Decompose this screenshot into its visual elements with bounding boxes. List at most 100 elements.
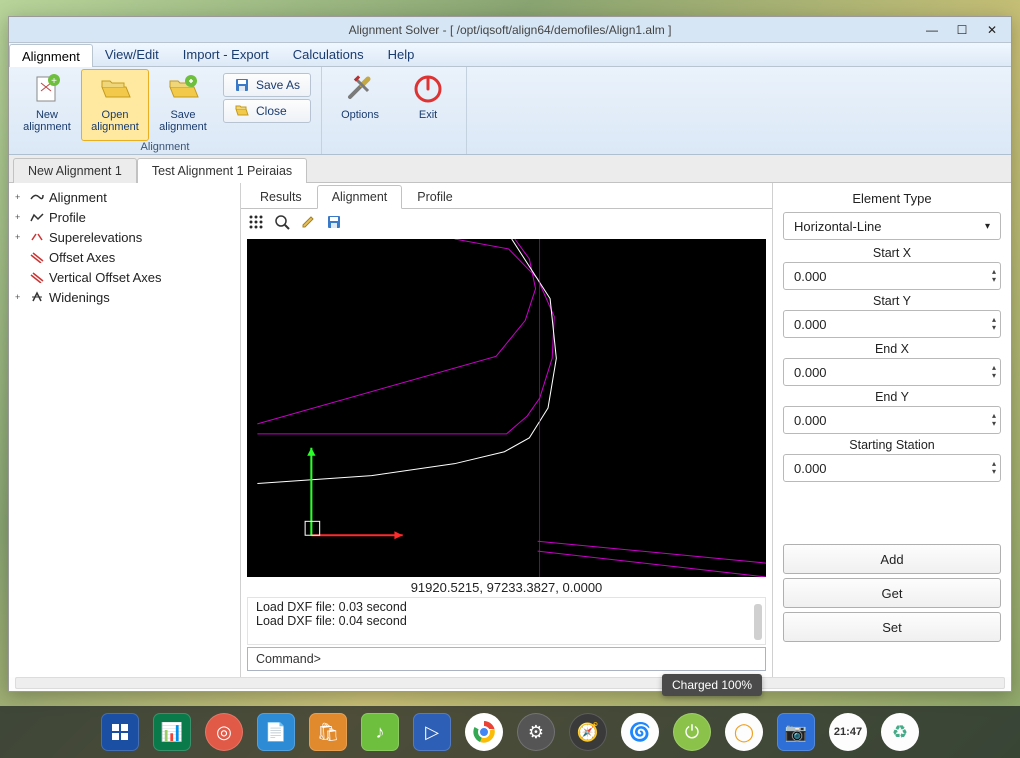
field-value: 0.000 [794,269,827,284]
expand-icon[interactable]: + [15,232,25,242]
field-input-starting-station[interactable]: 0.000 ▴▾ [783,454,1001,482]
menu-calculations[interactable]: Calculations [281,43,376,66]
subtab-results[interactable]: Results [245,185,317,208]
tree-item-profile[interactable]: + Profile [11,207,238,227]
taskbar-store-icon[interactable]: 🛍 [309,713,347,751]
menu-alignment[interactable]: Alignment [9,44,93,67]
tree-item-alignment[interactable]: + Alignment [11,187,238,207]
new-alignment-icon: + [30,72,64,106]
ribbon-big-label: Options [341,109,379,121]
tree-item-label: Superelevations [49,230,142,245]
field-input-end-y[interactable]: 0.000 ▴▾ [783,406,1001,434]
close-button[interactable]: Close [223,99,311,123]
horizontal-scrollbar[interactable] [15,677,1005,689]
spinner-down-icon[interactable]: ▾ [992,324,996,332]
taskbar-clock[interactable]: 21:47 [829,713,867,751]
exit-icon [411,72,445,106]
svg-text:+: + [51,76,57,87]
doctab-new-alignment-1[interactable]: New Alignment 1 [13,158,137,183]
doctab-test-alignment-1[interactable]: Test Alignment 1 Peiraias [137,158,307,183]
window-title: Alignment Solver - [ /opt/iqsoft/align64… [349,23,672,37]
add-button[interactable]: Add [783,544,1001,574]
spinner-down-icon[interactable]: ▾ [992,420,996,428]
window-close-button[interactable]: ✕ [977,19,1007,41]
command-input[interactable]: Command> [247,647,766,671]
log-line: Load DXF file: 0.04 second [256,614,757,628]
menu-help[interactable]: Help [376,43,427,66]
alignment-canvas[interactable] [247,239,766,577]
save-icon[interactable] [325,213,343,231]
superelevations-icon [29,230,45,244]
taskbar-video-icon[interactable]: ▷ [413,713,451,751]
field-input-start-y[interactable]: 0.000 ▴▾ [783,310,1001,338]
open-alignment-icon [98,72,132,106]
menu-import-export[interactable]: Import - Export [171,43,281,66]
expand-icon[interactable]: + [15,292,25,302]
menu-view-edit[interactable]: View/Edit [93,43,171,66]
taskbar-trash-icon[interactable]: ♻ [881,713,919,751]
field-value: 0.000 [794,317,827,332]
close-icon [234,103,250,119]
ribbon-big-label: Exit [419,109,437,121]
grid-icon[interactable] [247,213,265,231]
element-type-value: Horizontal-Line [794,219,881,234]
alignment-icon [29,190,45,204]
tree-item-offset-axes[interactable]: Offset Axes [11,247,238,267]
window-maximize-button[interactable]: ☐ [947,19,977,41]
main-area: + Alignment + Profile + Superelevations … [9,183,1011,677]
battery-tooltip: Charged 100% [662,674,762,696]
tree-item-superelevations[interactable]: + Superelevations [11,227,238,247]
subtab-alignment[interactable]: Alignment [317,185,403,209]
log-box[interactable]: Load DXF file: 0.03 second Load DXF file… [247,597,766,645]
taskbar-app-4-icon[interactable]: ◯ [725,713,763,751]
taskbar-compass-icon[interactable]: 🧭 [569,713,607,751]
taskbar-app-1-icon[interactable]: ◎ [205,713,243,751]
field-label-end-x: End X [783,342,1001,356]
taskbar: 📊 ◎ 📄 🛍 ♪ ▷ ⚙ 🧭 🌀 ⏻ ◯ 📷 21:47 ♻ [0,706,1020,758]
tree-panel[interactable]: + Alignment + Profile + Superelevations … [9,183,241,677]
window-minimize-button[interactable]: — [917,19,947,41]
exit-button[interactable]: Exit [394,69,462,141]
subtab-profile[interactable]: Profile [402,185,467,208]
expand-icon[interactable]: + [15,192,25,202]
open-alignment-button[interactable]: Open alignment [81,69,149,141]
spinner-down-icon[interactable]: ▾ [992,372,996,380]
taskbar-files-icon[interactable]: 📊 [153,713,191,751]
taskbar-power-icon[interactable]: ⏻ [673,713,711,751]
canvas-toolbar [241,209,772,235]
sub-tabs: Results Alignment Profile [241,183,772,209]
set-button[interactable]: Set [783,612,1001,642]
titlebar: Alignment Solver - [ /opt/iqsoft/align64… [9,17,1011,43]
field-input-end-x[interactable]: 0.000 ▴▾ [783,358,1001,386]
expand-icon[interactable]: + [15,212,25,222]
save-alignment-icon [166,72,200,106]
save-alignment-button[interactable]: Save alignment [149,69,217,141]
taskbar-music-icon[interactable]: ♪ [361,713,399,751]
new-alignment-button[interactable]: + New alignment [13,69,81,141]
spinner-down-icon[interactable]: ▾ [992,276,996,284]
zoom-icon[interactable] [273,213,291,231]
scrollbar-thumb[interactable] [754,604,762,640]
spinner-down-icon[interactable]: ▾ [992,468,996,476]
options-button[interactable]: Options [326,69,394,141]
taskbar-settings-icon[interactable]: ⚙ [517,713,555,751]
field-value: 0.000 [794,413,827,428]
tree-item-vertical-offset-axes[interactable]: Vertical Offset Axes [11,267,238,287]
taskbar-chrome-icon[interactable] [465,713,503,751]
app-window: Alignment Solver - [ /opt/iqsoft/align64… [8,16,1012,692]
field-label-start-y: Start Y [783,294,1001,308]
tree-item-widenings[interactable]: + Widenings [11,287,238,307]
field-input-start-x[interactable]: 0.000 ▴▾ [783,262,1001,290]
taskbar-camera-icon[interactable]: 📷 [777,713,815,751]
save-as-button[interactable]: Save As [223,73,311,97]
taskbar-start-button[interactable] [101,713,139,751]
element-type-label: Element Type [783,191,1001,206]
pencil-icon[interactable] [299,213,317,231]
get-button[interactable]: Get [783,578,1001,608]
taskbar-app-3-icon[interactable]: 🌀 [621,713,659,751]
element-type-select[interactable]: Horizontal-Line ▾ [783,212,1001,240]
ribbon-group-label: Alignment [9,141,321,153]
field-value: 0.000 [794,461,827,476]
taskbar-app-2-icon[interactable]: 📄 [257,713,295,751]
save-as-icon [234,77,250,93]
